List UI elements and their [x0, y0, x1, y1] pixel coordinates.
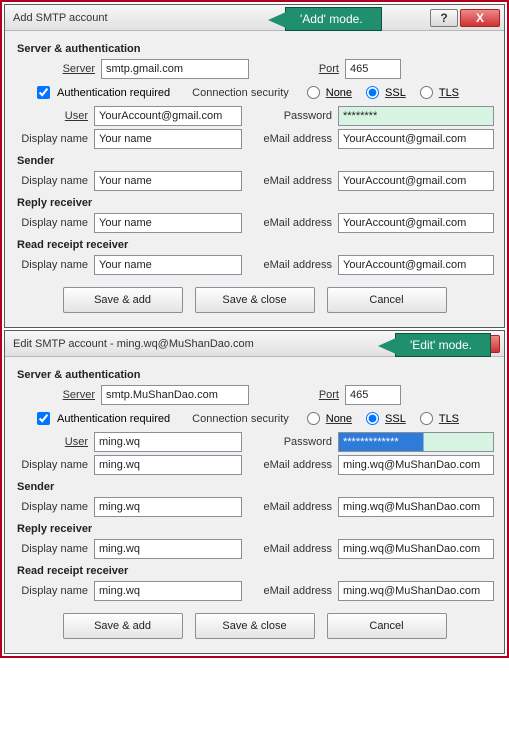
- radio-ssl[interactable]: [366, 412, 379, 425]
- group-reply: Reply receiver: [17, 523, 494, 535]
- group-sender: Sender: [17, 155, 494, 167]
- callout-add-mode: 'Add' mode.: [285, 7, 382, 31]
- label-tls: TLS: [439, 413, 459, 425]
- help-button[interactable]: ?: [430, 9, 458, 27]
- save-add-button[interactable]: Save & add: [63, 613, 183, 639]
- user-input[interactable]: [94, 106, 242, 126]
- port-input[interactable]: [345, 59, 401, 79]
- label-email: eMail address: [256, 501, 338, 513]
- close-button[interactable]: X: [460, 9, 500, 27]
- label-port: Port: [263, 63, 345, 75]
- label-conn-sec: Connection security: [192, 413, 289, 425]
- sender-display-name-input[interactable]: [94, 171, 242, 191]
- label-conn-sec: Connection security: [192, 87, 289, 99]
- label-auth-required: Authentication required: [57, 413, 170, 425]
- label-display-name: Display name: [15, 133, 94, 145]
- server-input[interactable]: [101, 385, 249, 405]
- label-port: Port: [263, 389, 345, 401]
- titlebar-add: Add SMTP account 'Add' mode. ? X: [5, 5, 504, 31]
- edit-smtp-dialog: Edit SMTP account - ming.wq@MuShanDao.co…: [4, 330, 505, 654]
- cancel-button[interactable]: Cancel: [327, 613, 447, 639]
- label-email: eMail address: [256, 585, 338, 597]
- label-email: eMail address: [256, 459, 338, 471]
- auth-required-checkbox[interactable]: [37, 412, 50, 425]
- label-server: Server: [15, 63, 101, 75]
- label-display-name: Display name: [15, 217, 94, 229]
- label-server: Server: [15, 389, 101, 401]
- display-name-input[interactable]: [94, 455, 242, 475]
- reply-display-name-input[interactable]: [94, 213, 242, 233]
- reply-display-name-input[interactable]: [94, 539, 242, 559]
- label-display-name: Display name: [15, 585, 94, 597]
- label-email: eMail address: [256, 217, 338, 229]
- receipt-email-input[interactable]: [338, 255, 494, 275]
- label-display-name: Display name: [15, 459, 94, 471]
- save-close-button[interactable]: Save & close: [195, 287, 315, 313]
- label-email: eMail address: [256, 175, 338, 187]
- label-display-name: Display name: [15, 543, 94, 555]
- user-input[interactable]: [94, 432, 242, 452]
- email-input[interactable]: [338, 129, 494, 149]
- radio-tls[interactable]: [420, 412, 433, 425]
- server-input[interactable]: [101, 59, 249, 79]
- display-name-input[interactable]: [94, 129, 242, 149]
- email-input[interactable]: [338, 455, 494, 475]
- dialog-title: Add SMTP account: [13, 12, 108, 24]
- sender-email-input[interactable]: [338, 171, 494, 191]
- label-password: Password: [256, 436, 338, 448]
- save-close-button[interactable]: Save & close: [195, 613, 315, 639]
- reply-email-input[interactable]: [338, 213, 494, 233]
- titlebar-edit: Edit SMTP account - ming.wq@MuShanDao.co…: [5, 331, 504, 357]
- sender-email-input[interactable]: [338, 497, 494, 517]
- receipt-display-name-input[interactable]: [94, 581, 242, 601]
- label-auth-required: Authentication required: [57, 87, 170, 99]
- reply-email-input[interactable]: [338, 539, 494, 559]
- label-user: User: [15, 110, 94, 122]
- group-sender: Sender: [17, 481, 494, 493]
- cancel-button[interactable]: Cancel: [327, 287, 447, 313]
- add-smtp-dialog: Add SMTP account 'Add' mode. ? X Server …: [4, 4, 505, 328]
- label-display-name: Display name: [15, 501, 94, 513]
- group-server-auth: Server & authentication: [17, 369, 494, 381]
- label-user: User: [15, 436, 94, 448]
- auth-required-checkbox[interactable]: [37, 86, 50, 99]
- radio-ssl[interactable]: [366, 86, 379, 99]
- group-reply: Reply receiver: [17, 197, 494, 209]
- receipt-email-input[interactable]: [338, 581, 494, 601]
- group-receipt: Read receipt receiver: [17, 239, 494, 251]
- label-password: Password: [256, 110, 338, 122]
- password-input[interactable]: [338, 432, 494, 452]
- save-add-button[interactable]: Save & add: [63, 287, 183, 313]
- radio-tls[interactable]: [420, 86, 433, 99]
- label-none: None: [326, 413, 352, 425]
- label-display-name: Display name: [15, 259, 94, 271]
- radio-none[interactable]: [307, 412, 320, 425]
- label-email: eMail address: [256, 133, 338, 145]
- group-server-auth: Server & authentication: [17, 43, 494, 55]
- callout-edit-mode: 'Edit' mode.: [395, 333, 491, 357]
- label-email: eMail address: [256, 259, 338, 271]
- sender-display-name-input[interactable]: [94, 497, 242, 517]
- label-tls: TLS: [439, 87, 459, 99]
- label-ssl: SSL: [385, 413, 406, 425]
- label-display-name: Display name: [15, 175, 94, 187]
- dialog-title: Edit SMTP account - ming.wq@MuShanDao.co…: [13, 338, 254, 350]
- password-input[interactable]: [338, 106, 494, 126]
- port-input[interactable]: [345, 385, 401, 405]
- label-email: eMail address: [256, 543, 338, 555]
- radio-none[interactable]: [307, 86, 320, 99]
- label-ssl: SSL: [385, 87, 406, 99]
- receipt-display-name-input[interactable]: [94, 255, 242, 275]
- group-receipt: Read receipt receiver: [17, 565, 494, 577]
- label-none: None: [326, 87, 352, 99]
